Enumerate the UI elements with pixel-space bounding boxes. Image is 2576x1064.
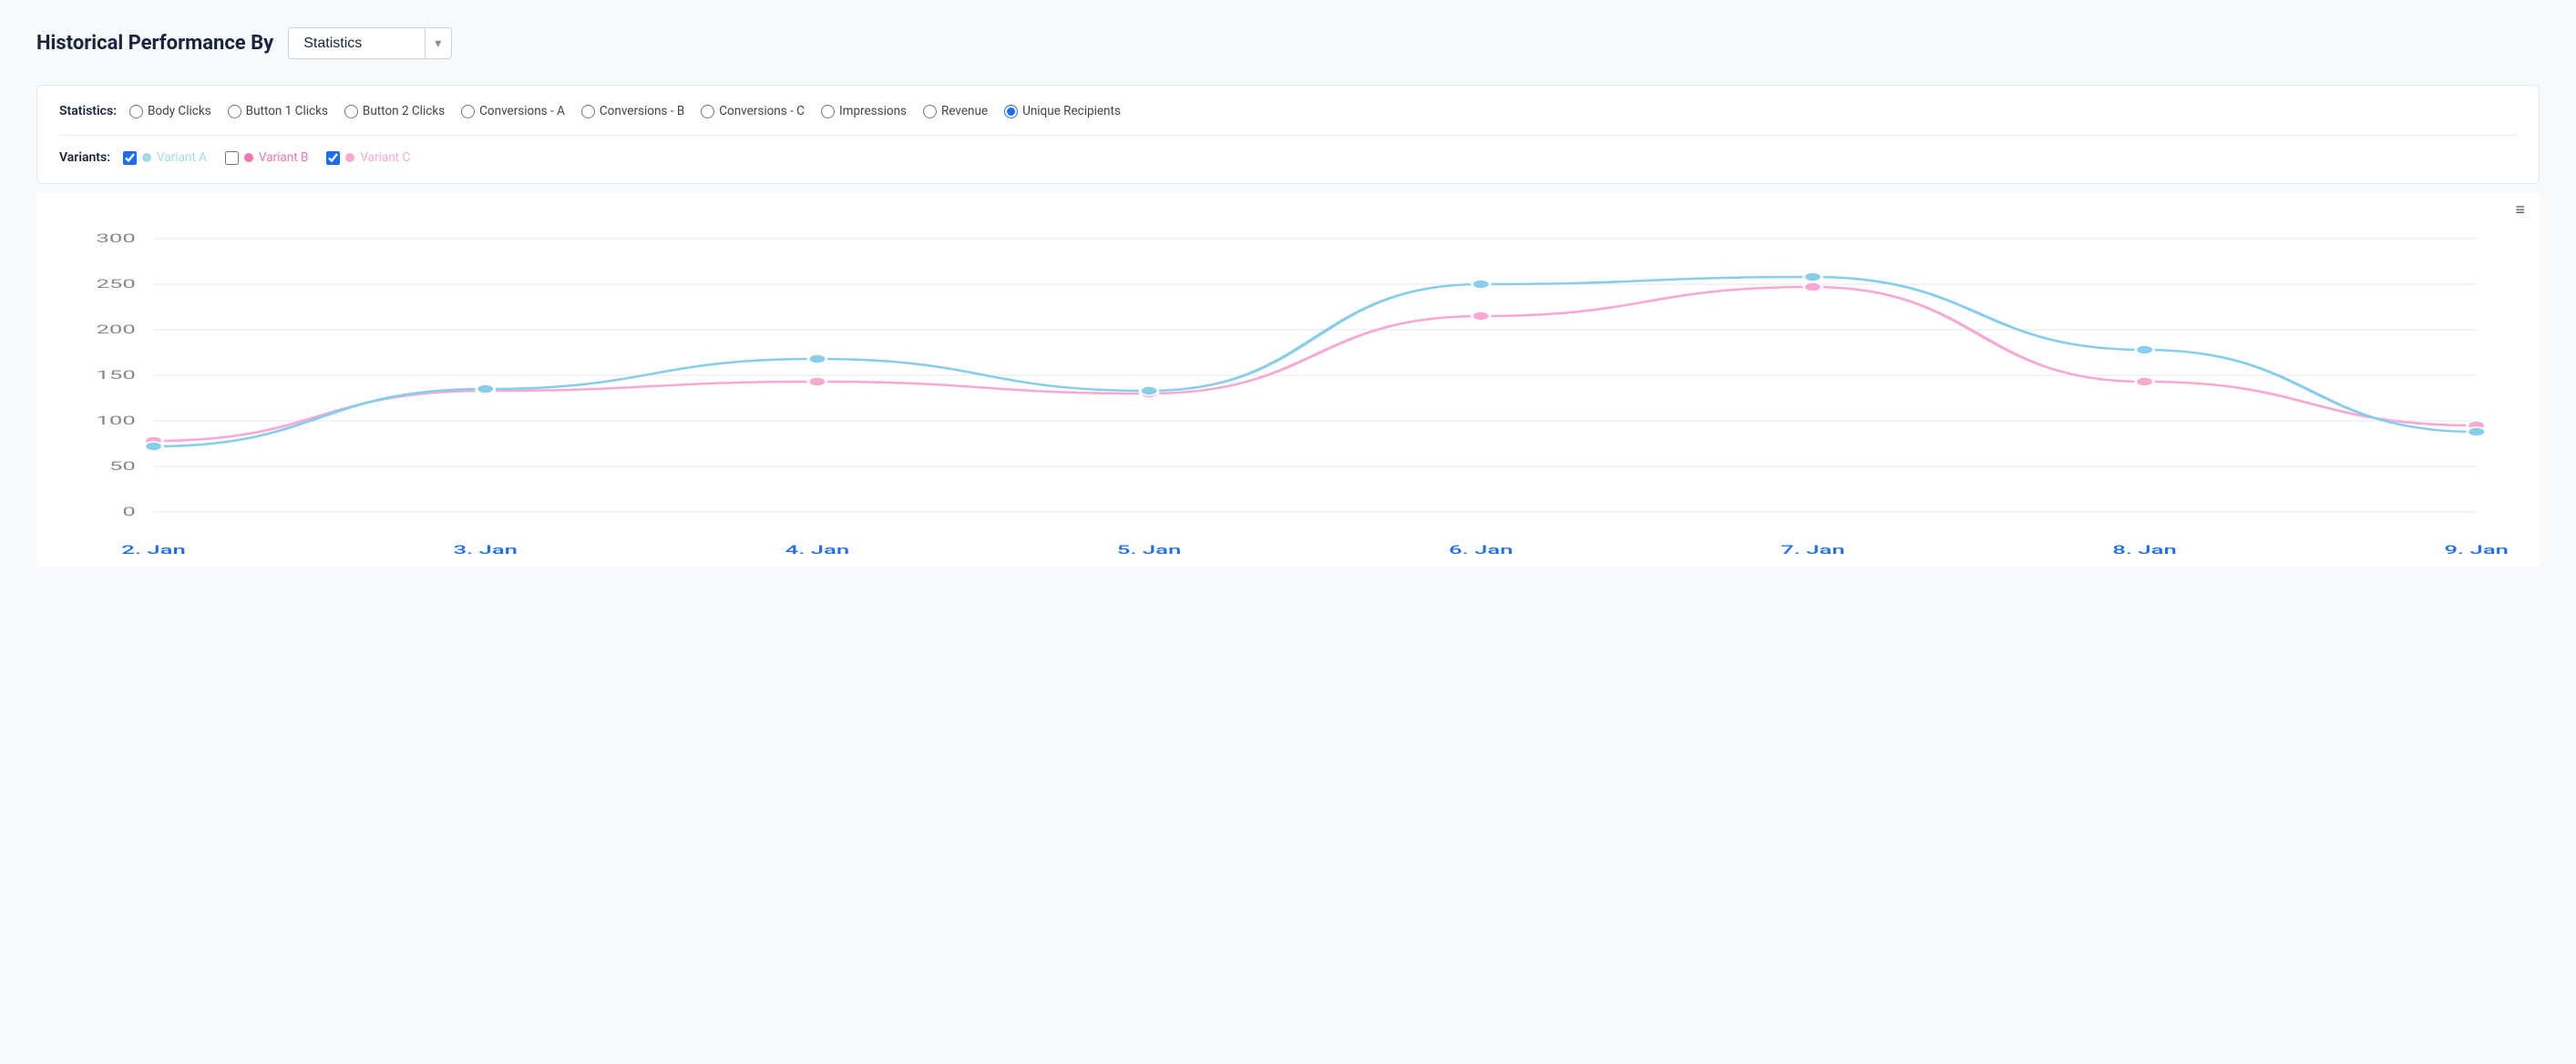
radio-conversions-c[interactable]: Conversions - C <box>701 104 805 118</box>
radio-input-revenue[interactable] <box>923 105 937 118</box>
svg-text:4. Jan: 4. Jan <box>785 543 850 557</box>
variants-row: Variants: Variant A Variant B Variant C <box>59 150 2517 165</box>
dot-variant-a <box>142 153 151 162</box>
label-variant-a: Variant A <box>157 150 207 165</box>
radio-input-impressions[interactable] <box>821 105 835 118</box>
radio-label-revenue: Revenue <box>941 104 988 118</box>
radio-label-button1-clicks: Button 1 Clicks <box>246 104 328 118</box>
radio-label-body-clicks: Body Clicks <box>148 104 211 118</box>
svg-text:2. Jan: 2. Jan <box>121 543 186 557</box>
checkbox-variant-c[interactable] <box>326 151 340 165</box>
svg-text:300: 300 <box>97 231 136 245</box>
radio-body-clicks[interactable]: Body Clicks <box>129 104 211 118</box>
radio-input-button2-clicks[interactable] <box>344 105 358 118</box>
filter-panel: Statistics: Body Clicks Button 1 Clicks Bu… <box>36 85 2540 184</box>
dot-variant-b <box>244 153 253 162</box>
radio-conversions-b[interactable]: Conversions - B <box>581 104 684 118</box>
variants-group: Variant A Variant B Variant C <box>123 150 428 165</box>
radio-label-unique-recipients: Unique Recipients <box>1022 104 1121 118</box>
statistics-row: Statistics: Body Clicks Button 1 Clicks Bu… <box>59 104 2517 118</box>
variant-variant-a[interactable]: Variant A <box>123 150 207 165</box>
statistics-dropdown[interactable]: Statistics Revenue Conversions ▾ <box>288 27 452 59</box>
radio-label-button2-clicks: Button 2 Clicks <box>363 104 445 118</box>
svg-text:200: 200 <box>97 322 136 336</box>
page-title: Historical Performance By <box>36 32 273 55</box>
svg-text:7. Jan: 7. Jan <box>1781 543 1845 557</box>
statistics-radio-group: Body Clicks Button 1 Clicks Button 2 Click… <box>129 104 1137 118</box>
label-variant-b: Variant B <box>259 150 308 165</box>
variants-label: Variants: <box>59 150 110 165</box>
variant-variant-c[interactable]: Variant C <box>326 150 410 165</box>
statistics-label: Statistics: <box>59 104 117 118</box>
performance-chart: 0 50 100 150 200 250 300 2. Jan 3. Jan 4. Jan 5. J… <box>46 202 2530 567</box>
svg-text:250: 250 <box>97 277 136 291</box>
divider <box>59 135 2517 136</box>
svg-text:9. Jan: 9. Jan <box>2444 543 2509 557</box>
radio-input-unique-recipients[interactable] <box>1004 105 1018 118</box>
chart-container: ≡ 0 50 100 150 200 250 300 2. Jan 3. Jan 4. Jan 5.… <box>36 193 2540 567</box>
svg-text:8. Jan: 8. Jan <box>2112 543 2177 557</box>
checkbox-variant-a[interactable] <box>123 151 137 165</box>
svg-text:3. Jan: 3. Jan <box>453 543 518 557</box>
radio-label-conversions-c: Conversions - C <box>719 104 805 118</box>
svg-text:50: 50 <box>109 459 136 473</box>
label-variant-c: Variant C <box>360 150 410 165</box>
radio-revenue[interactable]: Revenue <box>923 104 988 118</box>
checkbox-variant-b[interactable] <box>225 151 239 165</box>
radio-input-conversions-b[interactable] <box>581 105 595 118</box>
radio-input-button1-clicks[interactable] <box>228 105 241 118</box>
radio-conversions-a[interactable]: Conversions - A <box>461 104 565 118</box>
svg-text:5. Jan: 5. Jan <box>1117 543 1182 557</box>
chart-menu-icon[interactable]: ≡ <box>2515 200 2525 220</box>
radio-input-conversions-c[interactable] <box>701 105 714 118</box>
radio-label-conversions-b: Conversions - B <box>600 104 684 118</box>
svg-text:6. Jan: 6. Jan <box>1449 543 1514 557</box>
radio-button2-clicks[interactable]: Button 2 Clicks <box>344 104 445 118</box>
svg-text:100: 100 <box>97 414 136 427</box>
radio-input-body-clicks[interactable] <box>129 105 143 118</box>
radio-impressions[interactable]: Impressions <box>821 104 907 118</box>
statistics-select[interactable]: Statistics Revenue Conversions <box>288 27 452 59</box>
radio-label-conversions-a: Conversions - A <box>479 104 565 118</box>
radio-label-impressions: Impressions <box>839 104 907 118</box>
radio-unique-recipients[interactable]: Unique Recipients <box>1004 104 1121 118</box>
dot-variant-c <box>345 153 354 162</box>
radio-input-conversions-a[interactable] <box>461 105 475 118</box>
svg-text:0: 0 <box>122 505 135 518</box>
radio-button1-clicks[interactable]: Button 1 Clicks <box>228 104 328 118</box>
svg-text:150: 150 <box>97 368 136 382</box>
variant-variant-b[interactable]: Variant B <box>225 150 308 165</box>
